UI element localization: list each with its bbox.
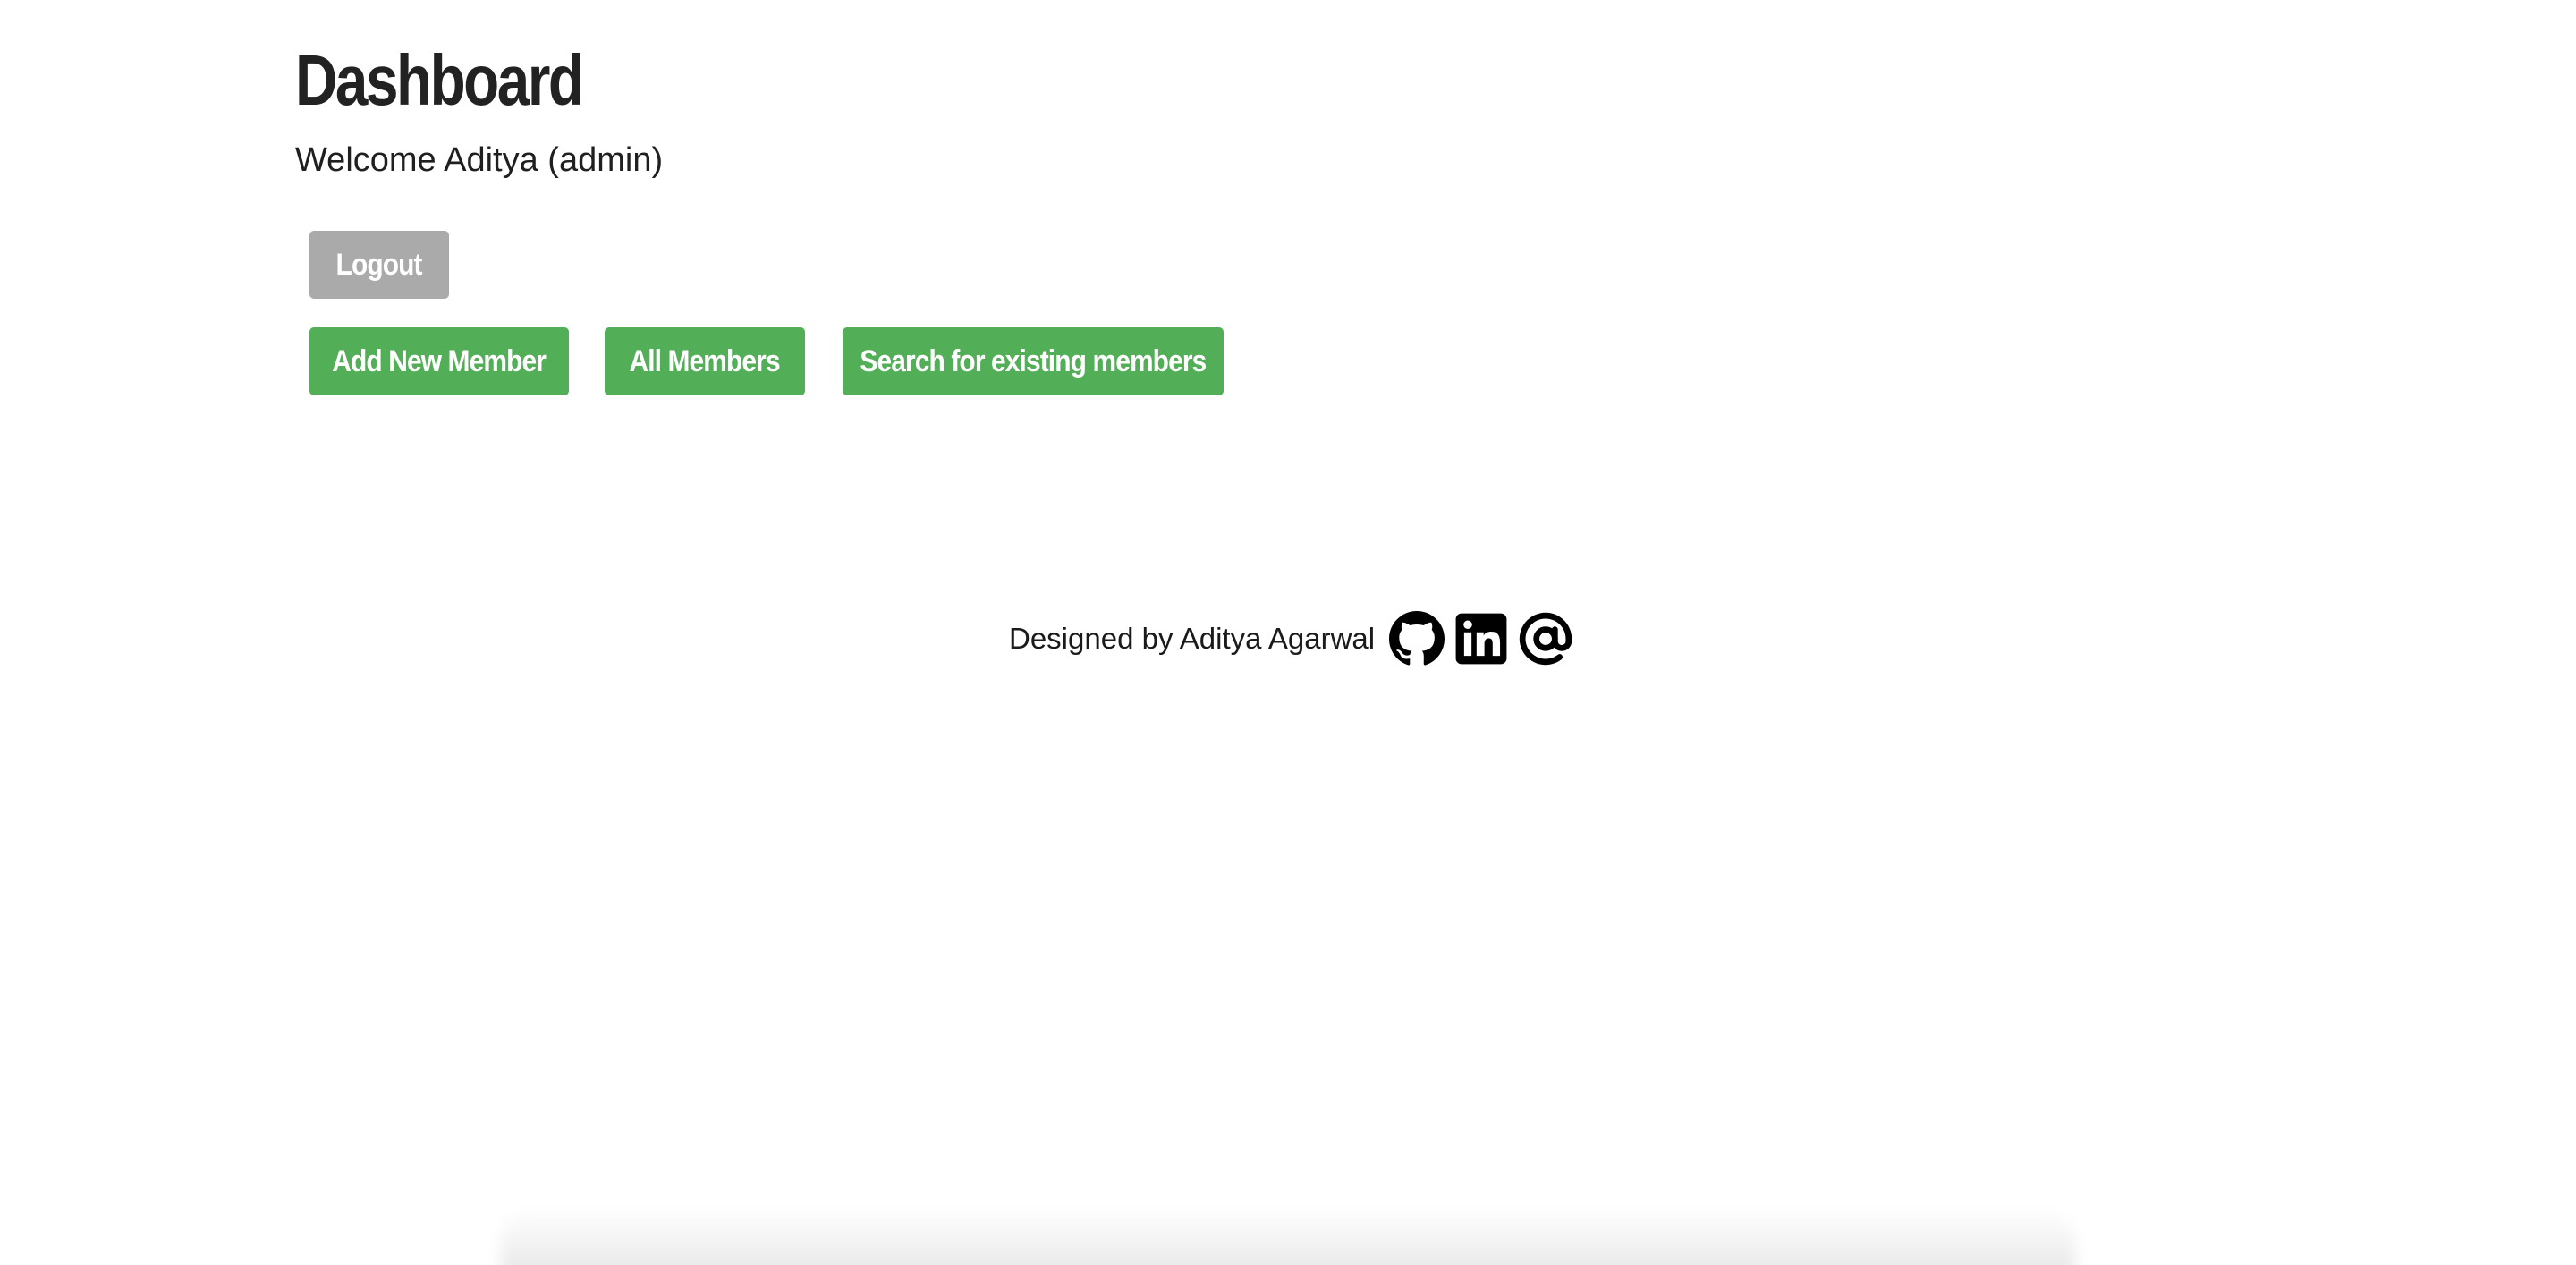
add-new-member-button[interactable]: Add New Member bbox=[309, 327, 569, 395]
bottom-shadow bbox=[501, 1208, 2075, 1265]
footer: Designed by Aditya Agarwal bbox=[1009, 608, 1575, 669]
linkedin-icon bbox=[1455, 613, 1507, 665]
all-members-button[interactable]: All Members bbox=[605, 327, 805, 395]
welcome-message: Welcome Aditya (admin) bbox=[295, 141, 664, 179]
github-link[interactable] bbox=[1387, 609, 1446, 668]
email-link[interactable] bbox=[1516, 609, 1575, 668]
footer-credit: Designed by Aditya Agarwal bbox=[1009, 622, 1376, 655]
linkedin-link[interactable] bbox=[1452, 609, 1511, 668]
github-icon bbox=[1389, 611, 1445, 666]
search-members-button-label: Search for existing members bbox=[860, 344, 1208, 378]
logout-button[interactable]: Logout bbox=[309, 231, 449, 299]
at-sign-icon bbox=[1519, 612, 1572, 666]
logout-button-label: Logout bbox=[335, 247, 423, 282]
search-members-button[interactable]: Search for existing members bbox=[843, 327, 1224, 395]
add-new-member-button-label: Add New Member bbox=[332, 344, 547, 378]
all-members-button-label: All Members bbox=[629, 344, 781, 378]
page-title: Dashboard bbox=[295, 40, 584, 120]
